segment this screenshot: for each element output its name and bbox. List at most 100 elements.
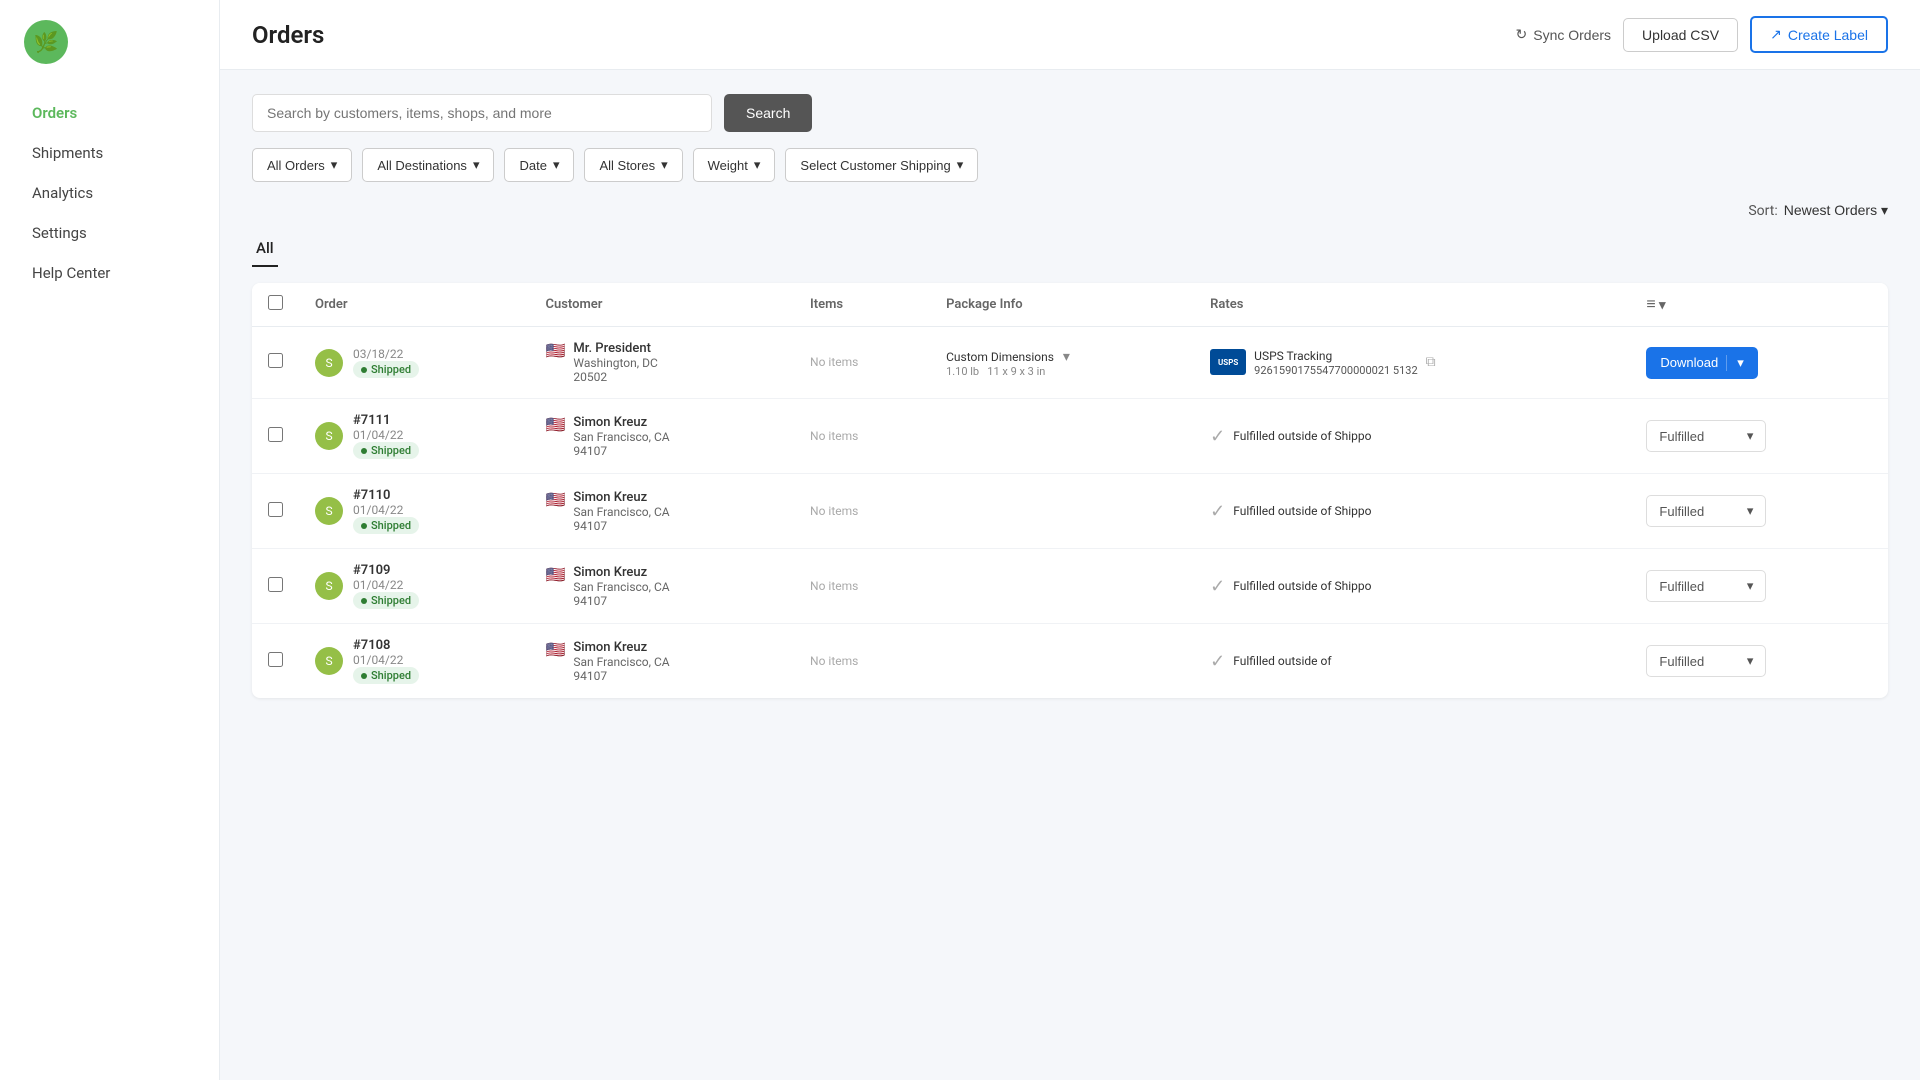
row-checkbox[interactable]	[268, 577, 283, 592]
country-flag: 🇺🇸	[545, 640, 565, 659]
store-icon: S	[315, 422, 343, 450]
customer-column-header: Customer	[529, 283, 794, 327]
fulfilled-checkmark-icon: ✓	[1210, 651, 1225, 672]
country-flag: 🇺🇸	[545, 565, 565, 584]
rates-cell: ✓ Fulfilled outside of	[1210, 651, 1614, 672]
order-number: #7109	[353, 563, 419, 578]
chevron-down-icon: ▾	[661, 157, 668, 173]
upload-csv-button[interactable]: Upload CSV	[1623, 18, 1738, 52]
all-stores-filter[interactable]: All Stores ▾	[584, 148, 682, 182]
column-settings-button[interactable]: ≡	[1646, 296, 1655, 314]
status-dot	[361, 448, 367, 454]
order-date: 01/04/22	[353, 578, 419, 592]
items-cell: No items	[810, 504, 858, 518]
fulfilled-checkmark-icon: ✓	[1210, 426, 1225, 447]
customer-address: San Francisco, CA	[573, 655, 669, 669]
customer-info: 🇺🇸 Mr. President Washington, DC 20502	[545, 341, 778, 384]
customer-address: San Francisco, CA	[573, 430, 669, 444]
order-number: #7111	[353, 413, 419, 428]
sidebar-item-shipments[interactable]: Shipments	[8, 134, 211, 172]
filter-row: All Orders ▾ All Destinations ▾ Date ▾ A…	[252, 148, 1888, 182]
tracking-label: USPS Tracking	[1254, 348, 1417, 365]
usps-icon: USPS	[1210, 349, 1246, 375]
customer-info: 🇺🇸 Simon Kreuz San Francisco, CA 94107	[545, 490, 778, 533]
sidebar-logo: 🌿	[0, 0, 219, 84]
table-row: S #7110 01/04/22 Shipped 🇺🇸 Simon Kreuz …	[252, 474, 1888, 549]
items-cell: No items	[810, 355, 858, 369]
sort-label: Sort:	[1748, 203, 1777, 219]
create-label-button[interactable]: ↗ Create Label	[1750, 16, 1888, 53]
chevron-down-icon: ▾	[331, 157, 338, 173]
sidebar-item-settings[interactable]: Settings	[8, 214, 211, 252]
table-row: S #7109 01/04/22 Shipped 🇺🇸 Simon Kreuz …	[252, 549, 1888, 624]
status-dot	[361, 673, 367, 679]
sync-orders-button[interactable]: ↻ Sync Orders	[1516, 26, 1612, 43]
search-input[interactable]	[252, 94, 712, 132]
sidebar-item-help-center[interactable]: Help Center	[8, 254, 211, 292]
store-icon: S	[315, 349, 343, 377]
customer-zip: 94107	[573, 669, 669, 683]
customer-name: Mr. President	[573, 341, 657, 356]
order-column-header: Order	[299, 283, 529, 327]
order-info: S #7109 01/04/22 Shipped	[315, 563, 513, 609]
chevron-down-icon: ▾	[1881, 202, 1888, 218]
orders-table: Order Customer Items Package Info Rates …	[252, 283, 1888, 698]
package-expand-button[interactable]: ▾	[1063, 348, 1070, 365]
order-date: 01/04/22	[353, 503, 419, 517]
customer-shipping-filter[interactable]: Select Customer Shipping ▾	[785, 148, 978, 182]
order-info: S #7111 01/04/22 Shipped	[315, 413, 513, 459]
status-badge: Shipped	[353, 667, 419, 684]
store-icon: S	[315, 497, 343, 525]
sidebar-item-orders[interactable]: Orders	[8, 94, 211, 132]
download-chevron: ▾	[1726, 355, 1744, 371]
chevron-down-icon: ▾	[1747, 653, 1754, 669]
rates-cell: ✓ Fulfilled outside of Shippo	[1210, 576, 1614, 597]
chevron-down-icon: ▾	[1747, 428, 1754, 444]
all-orders-filter[interactable]: All Orders ▾	[252, 148, 352, 182]
status-dot	[361, 598, 367, 604]
table-row: S 03/18/22 Shipped 🇺🇸 Mr. President Wash…	[252, 327, 1888, 399]
order-info: S 03/18/22 Shipped	[315, 347, 513, 378]
order-number: #7110	[353, 488, 419, 503]
fulfilled-button[interactable]: Fulfilled ▾	[1646, 420, 1766, 452]
fulfilled-btn-label: Fulfilled	[1659, 579, 1704, 594]
download-button[interactable]: Download ▾	[1646, 347, 1757, 379]
search-button[interactable]: Search	[724, 94, 812, 132]
fulfilled-label: Fulfilled outside of Shippo	[1233, 428, 1371, 445]
status-badge: Shipped	[353, 592, 419, 609]
order-date: 03/18/22	[353, 347, 419, 361]
copy-icon[interactable]: ⧉	[1426, 354, 1436, 370]
tracking-number: 9261590175547700000021 5132	[1254, 364, 1417, 377]
row-checkbox[interactable]	[268, 427, 283, 442]
order-number: #7108	[353, 638, 419, 653]
customer-address: San Francisco, CA	[573, 505, 669, 519]
main-content: Orders ↻ Sync Orders Upload CSV ↗ Create…	[220, 0, 1920, 1080]
status-badge: Shipped	[353, 442, 419, 459]
chevron-down-icon: ▾	[1659, 298, 1666, 313]
package-info-column-header: Package Info	[930, 283, 1194, 327]
fulfilled-button[interactable]: Fulfilled ▾	[1646, 570, 1766, 602]
status-dot	[361, 367, 367, 373]
tab-all[interactable]: All	[252, 231, 278, 267]
store-icon: S	[315, 647, 343, 675]
date-filter[interactable]: Date ▾	[504, 148, 574, 182]
customer-name: Simon Kreuz	[573, 640, 669, 655]
row-checkbox[interactable]	[268, 353, 283, 368]
row-checkbox[interactable]	[268, 502, 283, 517]
weight-filter[interactable]: Weight ▾	[693, 148, 776, 182]
all-destinations-filter[interactable]: All Destinations ▾	[362, 148, 494, 182]
fulfilled-button[interactable]: Fulfilled ▾	[1646, 645, 1766, 677]
fulfilled-button[interactable]: Fulfilled ▾	[1646, 495, 1766, 527]
chevron-down-icon: ▾	[1747, 578, 1754, 594]
row-checkbox[interactable]	[268, 652, 283, 667]
sort-select[interactable]: Newest Orders ▾	[1784, 202, 1888, 219]
select-all-checkbox[interactable]	[268, 295, 283, 310]
status-badge: Shipped	[353, 361, 419, 378]
search-row: Search	[252, 94, 1888, 132]
sidebar: 🌿 Orders Shipments Analytics Settings He…	[0, 0, 220, 1080]
items-column-header: Items	[794, 283, 930, 327]
country-flag: 🇺🇸	[545, 490, 565, 509]
customer-name: Simon Kreuz	[573, 565, 669, 580]
sidebar-item-analytics[interactable]: Analytics	[8, 174, 211, 212]
fulfilled-checkmark-icon: ✓	[1210, 501, 1225, 522]
